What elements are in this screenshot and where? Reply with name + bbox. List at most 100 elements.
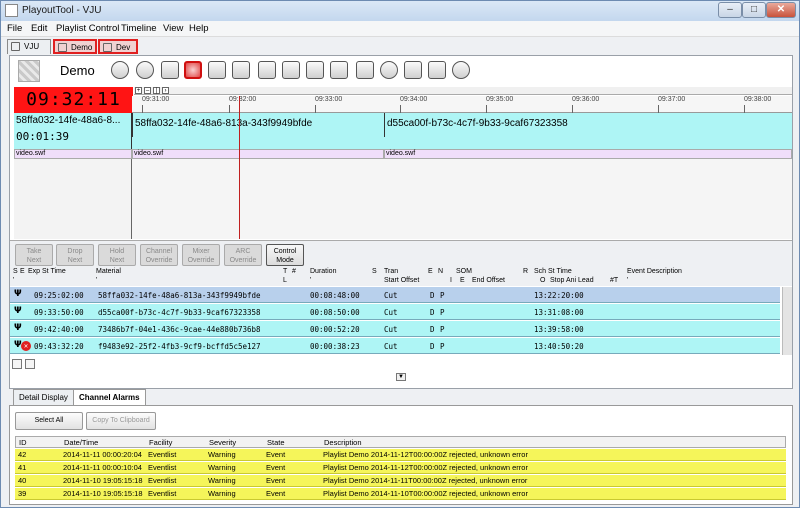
table-icon[interactable] xyxy=(356,61,374,79)
playlist-icon xyxy=(103,43,112,52)
tab-dev[interactable]: Dev xyxy=(98,39,138,54)
timeline-event-lower xyxy=(132,137,792,149)
table-row[interactable]: 41 2014-11-11 00:00:10:04 Eventlist Warnin… xyxy=(15,462,786,474)
menu-bar: File Edit Playlist Control Timeline View… xyxy=(1,21,799,37)
maximize-button[interactable]: □ xyxy=(742,2,766,18)
current-material: 58ffa032-14fe-48a6-8... xyxy=(16,115,121,126)
take-next-button[interactable]: Take Next xyxy=(15,244,53,266)
settings-icon[interactable] xyxy=(452,61,470,79)
media-icon[interactable] xyxy=(208,61,226,79)
mixer-override-button[interactable]: Mixer Override xyxy=(182,244,220,266)
tab-demo[interactable]: Demo xyxy=(53,39,97,54)
timeline-ruler[interactable]: 09:31:00 09:32:00 09:33:00 09:34:00 09:3… xyxy=(132,96,792,113)
record-icon[interactable] xyxy=(136,61,154,79)
control-mode-button[interactable]: Control Mode xyxy=(266,244,304,266)
signal-icon[interactable] xyxy=(306,61,324,79)
app-window: PlayoutTool - VJU – □ ✕ File Edit Playli… xyxy=(0,0,800,508)
control-bar: Take Next Drop Next Hold Next Channel Overri… xyxy=(10,240,792,268)
tick: 09:33:00 xyxy=(315,96,342,113)
alarms-table-header: ID Date/Time Facility Severity State Descri… xyxy=(15,436,786,448)
tick: 09:32:00 xyxy=(229,96,256,113)
film-icon[interactable] xyxy=(184,61,202,79)
antenna-icon: Ψ xyxy=(14,323,22,333)
tab-label: Dev xyxy=(116,43,131,52)
bottom-panel: Detail Display Channel Alarms Select All… xyxy=(9,389,793,505)
tab-label: Demo xyxy=(71,43,93,52)
table-row[interactable]: Ψ ✕ 09:43:32:20 f9483e92-25f2-4fb3-9cf9-b… xyxy=(10,338,780,354)
layer-item[interactable]: video.swf xyxy=(132,149,384,159)
tab-vju[interactable]: VJU xyxy=(7,39,51,54)
antenna-icon: Ψ xyxy=(14,289,22,299)
menu-help[interactable]: Help xyxy=(189,23,209,34)
table-row[interactable]: 39 2014-11-10 19:05:15:18 Eventlist Warnin… xyxy=(15,488,786,500)
timeline-area[interactable] xyxy=(132,159,792,239)
layer-item[interactable]: video.swf xyxy=(14,149,132,159)
toolbar: Demo xyxy=(10,56,792,86)
app-icon xyxy=(5,4,18,17)
window-title: PlayoutTool - VJU xyxy=(22,5,102,16)
grid-edit-icon[interactable] xyxy=(25,359,35,369)
timeline-event[interactable]: d55ca00f-b73c-4c7f-9b33-9caf67323358 xyxy=(384,113,792,137)
menu-view[interactable]: View xyxy=(163,23,183,34)
menu-timeline[interactable]: Timeline xyxy=(121,23,157,34)
chat-icon[interactable] xyxy=(404,61,422,79)
layer-item[interactable]: video.swf xyxy=(384,149,792,159)
play-icon[interactable] xyxy=(111,61,129,79)
drop-next-button[interactable]: Drop Next xyxy=(56,244,94,266)
channel-logo xyxy=(18,60,40,82)
tab-channel-alarms[interactable]: Channel Alarms xyxy=(73,389,146,405)
go-end-button[interactable]: › xyxy=(162,87,169,94)
go-start-button[interactable]: | xyxy=(153,87,160,94)
list-icon[interactable] xyxy=(161,61,179,79)
tick: 09:34:00 xyxy=(400,96,427,113)
table-row[interactable]: 40 2014-11-10 19:05:15:18 Eventlist Warnin… xyxy=(15,475,786,487)
tick: 09:37:00 xyxy=(658,96,685,113)
playhead[interactable] xyxy=(239,96,240,239)
playlist-panel: Demo 09:32:11 + – | › 09:31:00 09:32:00 … xyxy=(9,55,793,389)
layer-list xyxy=(14,159,132,239)
home-icon xyxy=(11,42,20,51)
zoom-out-button[interactable]: – xyxy=(144,87,151,94)
grid-scrollbar[interactable] xyxy=(782,287,792,355)
minimize-button[interactable]: – xyxy=(718,2,742,18)
table-row[interactable]: Ψ 09:25:02:00 58ffa032-14fe-48a6-813a-343… xyxy=(10,287,780,303)
table-row[interactable]: Ψ 09:33:50:00 d55ca00f-b73c-4c7f-9b33-9ca… xyxy=(10,304,780,320)
current-remaining: 00:01:39 xyxy=(16,130,69,143)
table-row[interactable]: 42 2014-11-11 00:00:20:04 Eventlist Warnin… xyxy=(15,449,786,461)
on-air-clock: 09:32:11 xyxy=(14,87,133,113)
grid-header: S E Exp St Time Material T # Duration S … xyxy=(10,268,792,286)
rejected-icon: ✕ xyxy=(21,341,31,351)
playlist-name: Demo xyxy=(60,63,95,78)
close-button[interactable]: ✕ xyxy=(766,2,796,18)
current-item: 58ffa032-14fe-48a6-8... 00:01:39 xyxy=(14,113,132,149)
signal-off-icon[interactable] xyxy=(330,61,348,79)
grid-icon[interactable] xyxy=(282,61,300,79)
menu-playlist-control[interactable]: Playlist Control xyxy=(56,23,119,34)
splitter-collapse-icon[interactable]: ▼ xyxy=(396,373,406,381)
edit-icon[interactable] xyxy=(258,61,276,79)
select-all-button[interactable]: Select All xyxy=(15,412,83,430)
timeline-controls: + – | › xyxy=(134,87,792,95)
antenna-icon: Ψ xyxy=(14,306,22,316)
monitor-icon[interactable] xyxy=(428,61,446,79)
alert-icon[interactable] xyxy=(380,61,398,79)
playlist-icon xyxy=(58,43,67,52)
tick: 09:36:00 xyxy=(572,96,599,113)
tick: 09:31:00 xyxy=(142,96,169,113)
tab-detail-display[interactable]: Detail Display xyxy=(13,389,74,405)
tab-label: VJU xyxy=(24,42,40,51)
channel-override-button[interactable]: Channel Override xyxy=(140,244,178,266)
grid-list-icon[interactable] xyxy=(12,359,22,369)
menu-file[interactable]: File xyxy=(7,23,22,34)
alarms-panel: Select All Copy To Clipboard ID Date/Time… xyxy=(9,405,793,505)
menu-edit[interactable]: Edit xyxy=(31,23,47,34)
zoom-in-button[interactable]: + xyxy=(135,87,142,94)
hold-next-button[interactable]: Hold Next xyxy=(98,244,136,266)
arc-override-button[interactable]: ARC Override xyxy=(224,244,262,266)
table-row[interactable]: Ψ 09:42:40:00 73486b7f-04e1-436c-9cae-44e… xyxy=(10,321,780,337)
copy-to-clipboard-button[interactable]: Copy To Clipboard xyxy=(86,412,156,430)
title-bar: PlayoutTool - VJU – □ ✕ xyxy=(1,1,799,21)
calendar-icon[interactable] xyxy=(232,61,250,79)
timeline-event[interactable]: 58ffa032-14fe-48a6-813a-343f9949bfde xyxy=(132,113,384,137)
tick: 09:38:00 xyxy=(744,96,771,113)
